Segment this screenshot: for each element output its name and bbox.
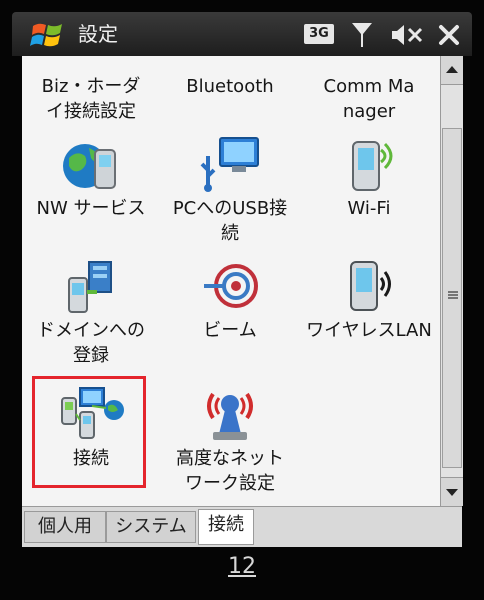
arrow-down-icon	[446, 489, 458, 496]
windows-start-icon[interactable]	[30, 18, 66, 52]
scroll-thumb[interactable]	[442, 128, 462, 468]
close-icon[interactable]	[436, 22, 462, 48]
title-bar: 設定 3G	[12, 12, 472, 56]
globe-phone-icon	[63, 144, 116, 189]
settings-item-wifi[interactable]: Wi-Fi	[300, 134, 438, 221]
item-label: ワイヤレスLAN	[306, 320, 432, 341]
page-number: 12	[228, 554, 256, 579]
item-label: PCへのUSB接続	[172, 198, 288, 244]
tab-personal[interactable]: 個人用	[24, 511, 106, 543]
scroll-up-button[interactable]	[441, 56, 463, 85]
network-3g-icon[interactable]: 3G	[304, 24, 334, 44]
beam-target-icon	[204, 264, 258, 308]
tab-connections[interactable]: 接続	[198, 509, 254, 545]
settings-item-wireless-lan[interactable]: ワイヤレスLAN	[300, 256, 438, 343]
volume-muted-icon[interactable]	[390, 24, 424, 46]
wireless-lan-device-icon	[350, 261, 391, 311]
arrow-up-icon	[446, 66, 458, 73]
grip-lines-icon	[448, 291, 458, 299]
settings-item-biz-hodai[interactable]: Biz・ホーダイ接続設定	[22, 74, 160, 124]
item-label: Bluetooth	[186, 76, 274, 97]
scroll-down-button[interactable]	[441, 477, 463, 506]
item-label: ビーム	[203, 320, 257, 341]
settings-item-advanced-network[interactable]: 高度なネットワーク設定	[161, 380, 299, 496]
vertical-scrollbar[interactable]	[440, 56, 463, 506]
item-label: Biz・ホーダイ接続設定	[41, 76, 141, 122]
settings-item-beam[interactable]: ビーム	[161, 256, 299, 343]
item-label: 高度なネットワーク設定	[176, 448, 284, 494]
settings-item-nw-service[interactable]: NW サービス	[22, 134, 160, 221]
item-label: ドメインへの登録	[37, 320, 145, 366]
tab-bar: 個人用 システム 接続	[22, 506, 462, 547]
settings-item-domain-enroll[interactable]: ドメインへの登録	[22, 256, 160, 368]
item-label: Wi-Fi	[347, 198, 391, 219]
selection-highlight	[32, 376, 146, 488]
item-label: NW サービス	[36, 198, 146, 219]
usb-monitor-icon	[200, 137, 259, 192]
signal-antenna-icon[interactable]	[350, 20, 374, 50]
settings-item-comm-manager[interactable]: Comm Manager	[300, 74, 438, 124]
advanced-network-antenna-icon	[207, 392, 253, 440]
settings-item-bluetooth[interactable]: Bluetooth	[161, 74, 299, 99]
domain-enroll-icon	[68, 261, 112, 313]
settings-item-pc-usb[interactable]: PCへのUSB接続	[161, 134, 299, 246]
settings-content: Biz・ホーダイ接続設定 Bluetooth Comm Manager NW サ…	[22, 56, 440, 506]
window-title: 設定	[78, 22, 118, 46]
tab-system[interactable]: システム	[106, 511, 196, 543]
wifi-device-icon	[352, 141, 393, 191]
item-label: Comm Manager	[323, 76, 415, 122]
